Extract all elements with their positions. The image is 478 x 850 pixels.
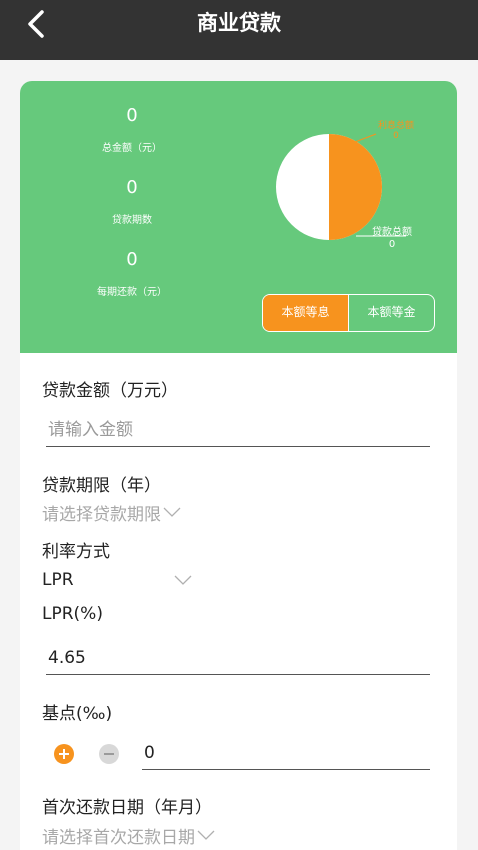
chevron-down-icon (197, 830, 215, 840)
loan-term-select[interactable]: 请选择贷款期限 (42, 500, 181, 525)
chevron-down-icon (174, 575, 192, 585)
first-repay-date-select[interactable]: 请选择首次还款日期 (42, 823, 215, 848)
app-header: 商业贷款 (0, 0, 478, 60)
loan-periods-label: 贷款期数 (112, 215, 152, 226)
chevron-down-icon (163, 507, 181, 517)
basis-point-input[interactable] (142, 736, 430, 770)
method-tab-equal-principal[interactable]: 本额等金 (349, 295, 434, 331)
basis-point-label: 基点(‰) (42, 704, 113, 724)
total-amount-label: 总金额（元） (102, 143, 162, 154)
minus-icon[interactable] (99, 744, 119, 764)
lpr-input[interactable] (46, 641, 430, 675)
pie-legend-interest-label: 利息总额 (377, 121, 414, 131)
loan-amount-input[interactable] (46, 413, 430, 447)
plus-icon[interactable] (54, 744, 74, 764)
first-repay-date-label: 首次还款日期（年月） (42, 798, 212, 818)
loan-term-placeholder: 请选择贷款期限 (42, 504, 161, 525)
lpr-label: LPR(%) (42, 604, 103, 624)
loan-summary-card: 0 总金额（元） 0 贷款期数 0 每期还款（元） 利息总额 0 贷款总额 0 … (20, 81, 457, 353)
rate-mode-select[interactable]: LPR (42, 568, 192, 592)
pie-slice-interest (329, 134, 382, 240)
monthly-payment-value: 0 (126, 249, 138, 270)
rate-mode-label: 利率方式 (42, 542, 110, 562)
method-tab-equal-interest[interactable]: 本额等息 (263, 295, 349, 331)
rate-mode-value: LPR (42, 570, 74, 590)
loan-form: 贷款金额（万元） 贷款期限（年） 请选择贷款期限 利率方式 LPR LPR(%)… (20, 353, 457, 850)
loan-amount-label: 贷款金额（万元） (42, 381, 178, 401)
monthly-payment-label: 每期还款（元） (97, 287, 167, 298)
pie-legend-interest: 利息总额 0 (356, 121, 436, 141)
loan-term-label: 贷款期限（年） (42, 476, 161, 496)
pie-legend-principal: 贷款总额 0 (356, 227, 428, 251)
pie-legend-principal-value: 0 (388, 239, 396, 250)
pie-legend-interest-value: 0 (393, 131, 399, 141)
total-amount-value: 0 (126, 105, 138, 126)
loan-periods-value: 0 (126, 177, 138, 198)
first-repay-date-placeholder: 请选择首次还款日期 (42, 827, 195, 848)
page-title: 商业贷款 (197, 11, 281, 35)
repayment-method-toggle: 本额等息 本额等金 (262, 294, 435, 332)
pie-legend-principal-label: 贷款总额 (372, 227, 412, 238)
